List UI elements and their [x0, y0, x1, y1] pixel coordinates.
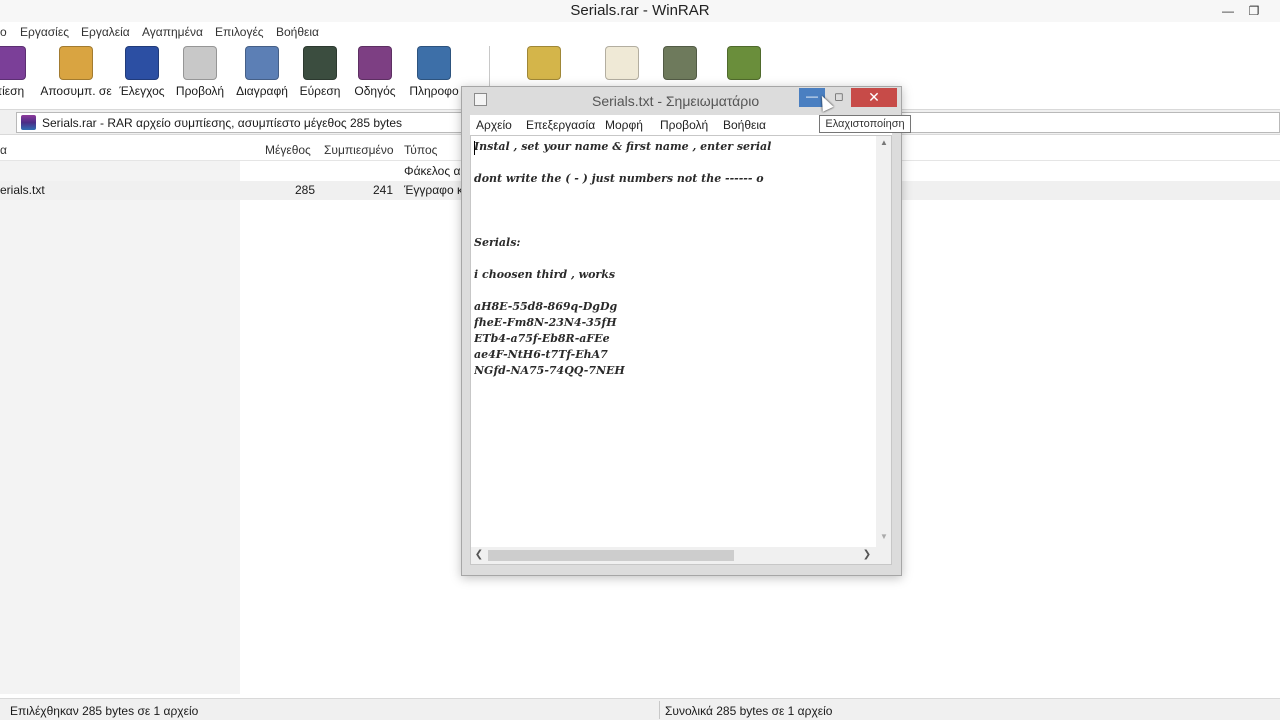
winrar-menubar: ο Εργασίες Εργαλεία Αγαπημένα Επιλογές Β… [0, 22, 1280, 42]
add-button[interactable]: πίεση [0, 46, 32, 102]
view-icon [183, 46, 217, 80]
column-name[interactable]: α [0, 143, 7, 157]
status-selected: Επιλέχθηκαν 285 bytes σε 1 αρχείο [10, 704, 199, 718]
extract-to-icon [59, 46, 93, 80]
text-caret [474, 141, 475, 155]
scrollbar-thumb[interactable] [488, 550, 734, 561]
np-menu-file[interactable]: Αρχείο [476, 118, 512, 132]
menu-help[interactable]: Βοήθεια [276, 25, 319, 39]
column-size[interactable]: Μέγεθος [265, 143, 311, 157]
minimize-tooltip: Ελαχιστοποίηση [819, 115, 911, 133]
minimize-button[interactable]: — [1216, 0, 1240, 22]
status-divider [659, 701, 660, 719]
row-packed: 241 [373, 183, 394, 197]
menu-file[interactable]: ο [0, 25, 7, 39]
notepad-content[interactable]: Instal , set your name & first name , en… [474, 139, 872, 547]
delete-icon [245, 46, 279, 80]
horizontal-scrollbar[interactable]: ❮ ❯ [471, 547, 876, 564]
extract-to-button[interactable]: Αποσυμπ. σε [40, 46, 112, 102]
protect-icon [663, 46, 697, 80]
restore-button[interactable]: ❐ [1242, 0, 1266, 22]
np-menu-edit[interactable]: Επεξεργασία [526, 118, 595, 132]
scroll-right-icon[interactable]: ❯ [861, 549, 873, 562]
info-button[interactable]: Πληροφο [406, 46, 462, 102]
toolbar-separator [489, 46, 490, 88]
winrar-titlebar[interactable]: Serials.rar - WinRAR — ❐ [0, 0, 1280, 22]
np-menu-view[interactable]: Προβολή [660, 118, 708, 132]
test-icon [125, 46, 159, 80]
scroll-down-icon[interactable]: ▼ [876, 532, 891, 544]
row-size: 285 [295, 183, 316, 197]
info-icon [417, 46, 451, 80]
scroll-left-icon[interactable]: ❮ [473, 549, 485, 562]
comment-icon [605, 46, 639, 80]
row-type: Έγγραφο κ [404, 183, 463, 197]
notepad-title: Serials.txt - Σημειωματάριο [592, 93, 760, 109]
menu-favorites[interactable]: Αγαπημένα [142, 25, 203, 39]
column-packed[interactable]: Συμπιεσμένο [324, 143, 394, 157]
path-text: Serials.rar - RAR αρχείο συμπίεσης, ασυμ… [42, 116, 403, 130]
notepad-window: Serials.txt - Σημειωματάριο — ◻ ✕ Αρχείο… [461, 86, 902, 576]
size-grip[interactable] [876, 547, 891, 564]
rar-archive-icon [21, 115, 36, 130]
status-total: Συνολικά 285 bytes σε 1 αρχείο [665, 704, 833, 718]
view-button[interactable]: Προβολή [173, 46, 227, 102]
find-icon [303, 46, 337, 80]
test-button[interactable]: Έλεγχος [118, 46, 166, 102]
find-button[interactable]: Εύρεση [298, 46, 342, 102]
row-name: erials.txt [0, 183, 45, 197]
np-menu-format[interactable]: Μορφή [605, 118, 643, 132]
notepad-titlebar[interactable]: Serials.txt - Σημειωματάριο — ◻ ✕ [462, 87, 901, 115]
np-menu-help[interactable]: Βοήθεια [723, 118, 766, 132]
status-bar: Επιλέχθηκαν 285 bytes σε 1 αρχείο Συνολι… [0, 698, 1280, 720]
notepad-text-editor[interactable]: Instal , set your name & first name , en… [470, 135, 892, 565]
delete-button[interactable]: Διαγραφή [234, 46, 290, 102]
notepad-icon [474, 93, 487, 106]
notepad-close-button[interactable]: ✕ [851, 88, 897, 107]
scroll-up-icon[interactable]: ▲ [876, 138, 891, 150]
menu-tools[interactable]: Εργαλεία [81, 25, 130, 39]
window-title: Serials.rar - WinRAR [570, 2, 710, 19]
column-type[interactable]: Τύπος [404, 143, 437, 157]
virus-scan-icon [527, 46, 561, 80]
sfx-icon [727, 46, 761, 80]
vertical-scrollbar[interactable]: ▲ ▼ [876, 136, 891, 547]
wizard-button[interactable]: Οδηγός [352, 46, 398, 102]
name-column-shade [0, 161, 240, 694]
add-archive-icon [0, 46, 26, 80]
menu-options[interactable]: Επιλογές [215, 25, 264, 39]
menu-commands[interactable]: Εργασίες [20, 25, 69, 39]
wizard-icon [358, 46, 392, 80]
row-type: Φάκελος α [404, 164, 461, 178]
